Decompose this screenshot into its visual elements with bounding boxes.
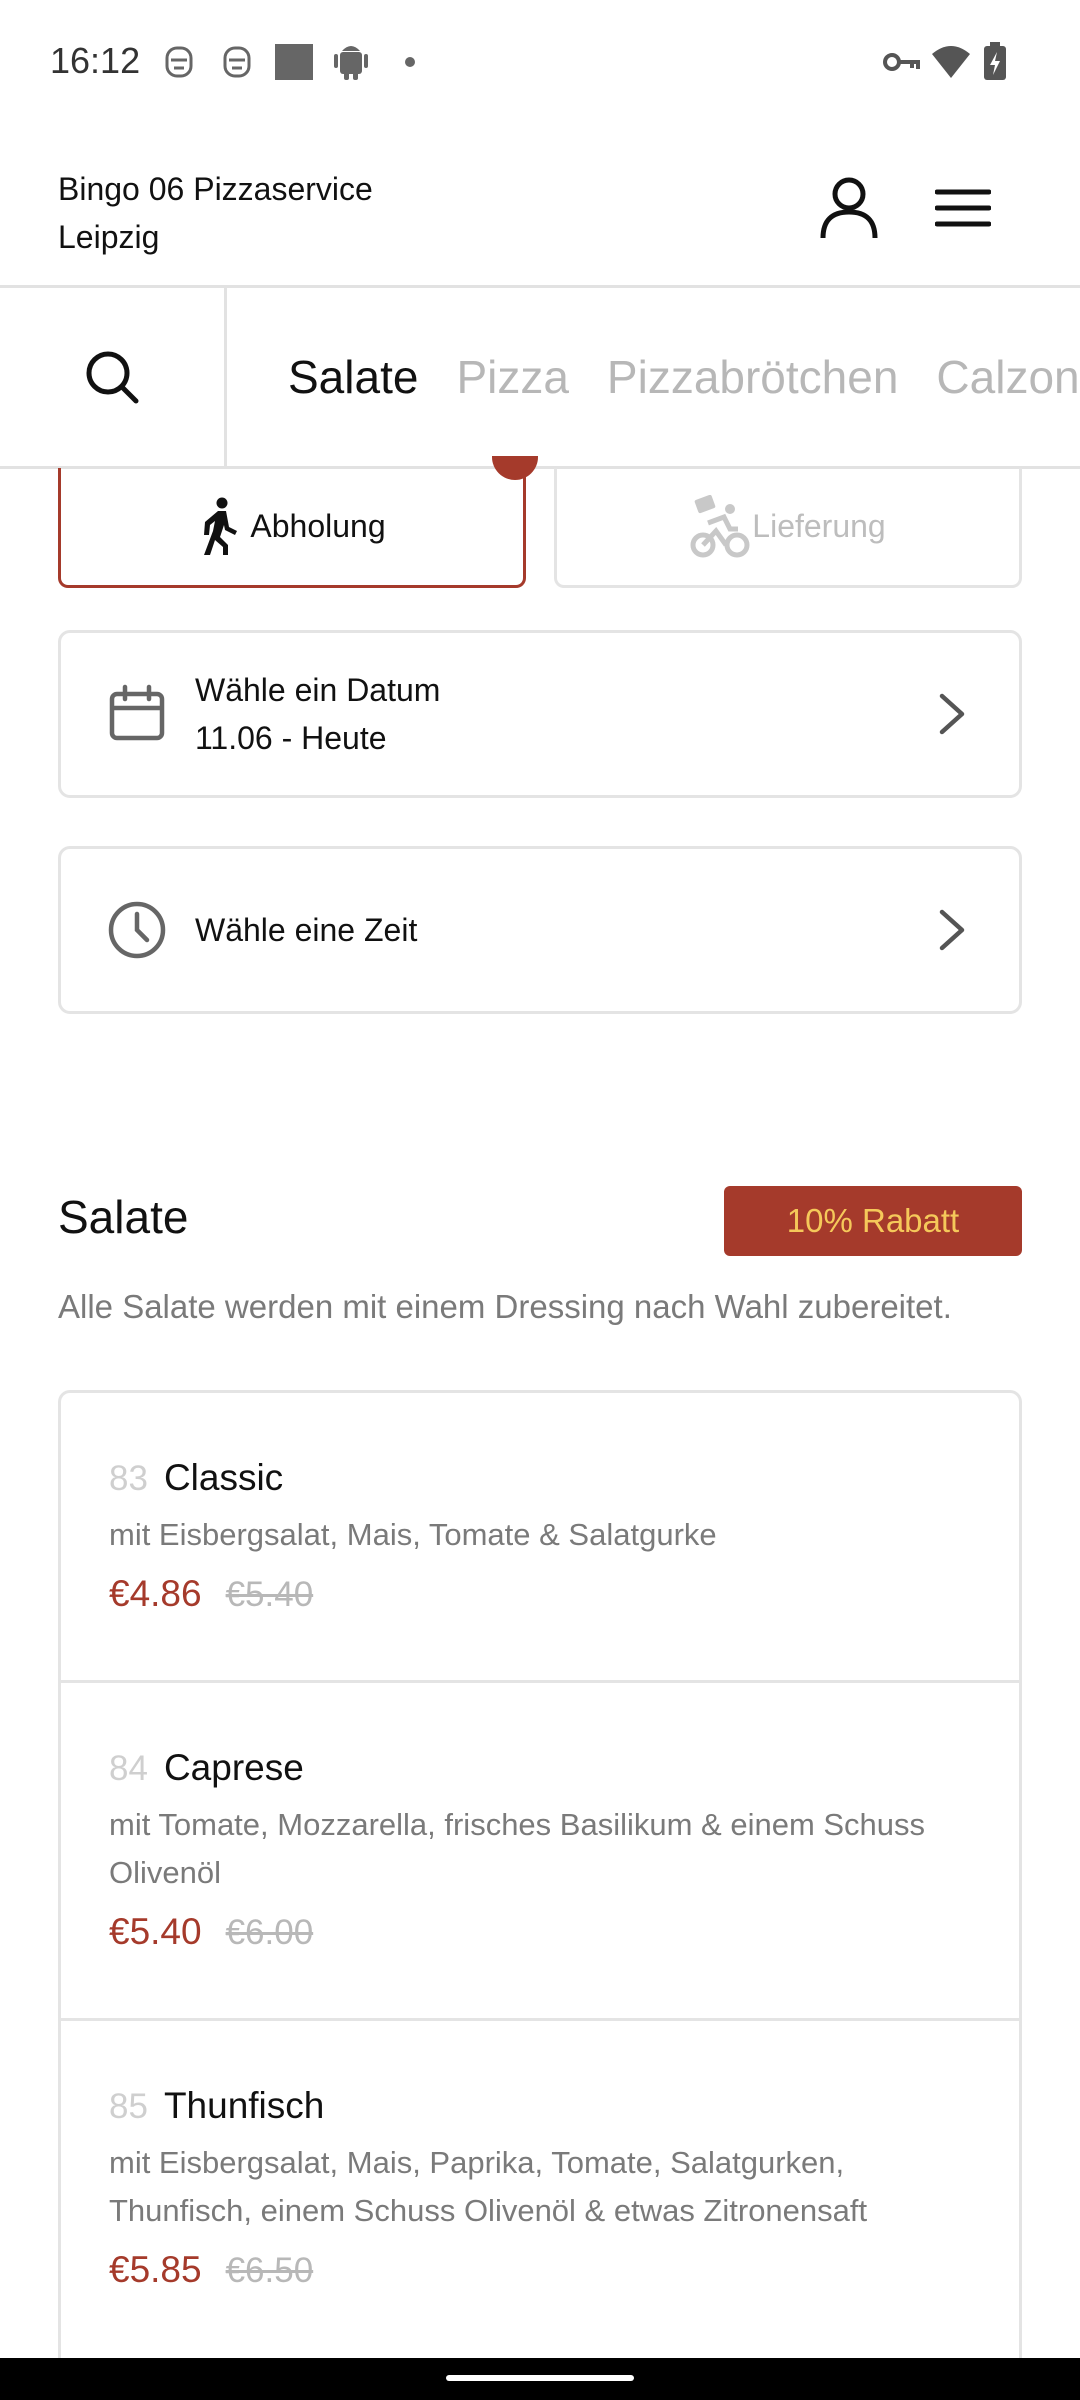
pickup-button[interactable]: Abholung [58, 468, 526, 588]
section-description: Alle Salate werden mit einem Dressing na… [58, 1288, 952, 1325]
status-time: 16:12 [50, 40, 141, 81]
pickup-label: Abholung [250, 508, 386, 544]
date-value: 11.06 - Heute [195, 720, 387, 756]
date-selector[interactable]: Wähle ein Datum 11.06 - Heute [58, 630, 1022, 798]
image-icon [275, 44, 313, 80]
product-name: Caprese [163, 1747, 304, 1788]
search-button[interactable] [0, 288, 227, 466]
delivery-button[interactable]: Lieferung [554, 468, 1022, 588]
menu-button[interactable] [928, 173, 998, 243]
tab-pizzabroetchen[interactable]: Pizzabrötchen [607, 350, 899, 404]
app-header: Bingo 06 Pizzaservice Leipzig [0, 125, 1080, 288]
tab-pizza[interactable]: Pizza [456, 350, 568, 404]
chevron-right-icon [939, 909, 965, 951]
product-name: Thunfisch [163, 2085, 325, 2126]
dot-icon [405, 57, 415, 67]
product-number: 83 [109, 1459, 148, 1498]
account-button[interactable] [814, 173, 884, 243]
product-price: €5.40 [109, 1911, 202, 1952]
walking-icon [204, 497, 238, 555]
product-old-price: €6.50 [225, 2251, 314, 2290]
product-card[interactable]: 84 Caprese mit Tomate, Mozzarella, frisch… [61, 1683, 1019, 2021]
product-number: 84 [109, 1749, 148, 1788]
search-icon [86, 351, 139, 404]
wifi-icon [932, 46, 970, 78]
product-number: 85 [109, 2087, 148, 2126]
system-nav-bar [0, 2358, 1080, 2400]
tab-salate[interactable]: Salate [288, 350, 418, 404]
hamburger-menu-icon [935, 189, 991, 227]
time-label: Wähle eine Zeit [195, 912, 418, 948]
android-icon [334, 46, 368, 80]
shop-city: Leipzig [58, 219, 160, 255]
status-bar: 16:12 [0, 0, 1080, 125]
product-list: 83 Classic mit Eisbergsalat, Mais, Tomate… [58, 1390, 1022, 2370]
product-description: mit Eisbergsalat, Mais, Tomate & Salatgu… [109, 1517, 717, 1552]
product-name: Classic [163, 1457, 284, 1498]
time-selector[interactable]: Wähle eine Zeit [58, 846, 1022, 1014]
discount-badge: 10% Rabatt [724, 1186, 1022, 1256]
clock-icon [108, 901, 166, 959]
home-gesture-handle[interactable] [446, 2375, 634, 2381]
category-tabs: Salate Pizza Pizzabrötchen Calzon [0, 288, 1080, 469]
date-text: Wähle ein Datum 11.06 - Heute [195, 666, 440, 762]
bike-delivery-icon [690, 494, 750, 557]
shop-name: Bingo 06 Pizzaservice [58, 171, 373, 207]
calendar-icon [109, 684, 165, 741]
product-old-price: €6.00 [225, 1913, 314, 1952]
product-description: mit Eisbergsalat, Mais, Paprika, Tomate,… [109, 2145, 868, 2228]
date-label: Wähle ein Datum [195, 672, 441, 708]
product-price: €5.85 [109, 2249, 202, 2290]
product-description: mit Tomate, Mozzarella, frisches Basilik… [109, 1807, 926, 1890]
product-card[interactable]: 85 Thunfisch mit Eisbergsalat, Mais, Papr… [61, 2021, 1019, 2361]
chevron-right-icon [939, 693, 965, 735]
product-card[interactable]: 83 Classic mit Eisbergsalat, Mais, Tomate… [61, 1393, 1019, 1683]
vpn-key-icon [883, 53, 920, 71]
notification-icon [165, 46, 193, 78]
notification-icon [223, 46, 251, 78]
product-price: €4.86 [109, 1573, 202, 1614]
delivery-label: Lieferung [752, 508, 886, 544]
tab-list: Salate Pizza Pizzabrötchen Calzon [288, 288, 1080, 466]
product-old-price: €5.40 [225, 1575, 314, 1614]
section-title: Salate [58, 1191, 189, 1243]
user-icon [820, 177, 878, 239]
tab-calzone[interactable]: Calzon [936, 350, 1079, 404]
shop-info: Bingo 06 Pizzaservice Leipzig [58, 165, 373, 261]
battery-charging-icon [984, 42, 1006, 80]
